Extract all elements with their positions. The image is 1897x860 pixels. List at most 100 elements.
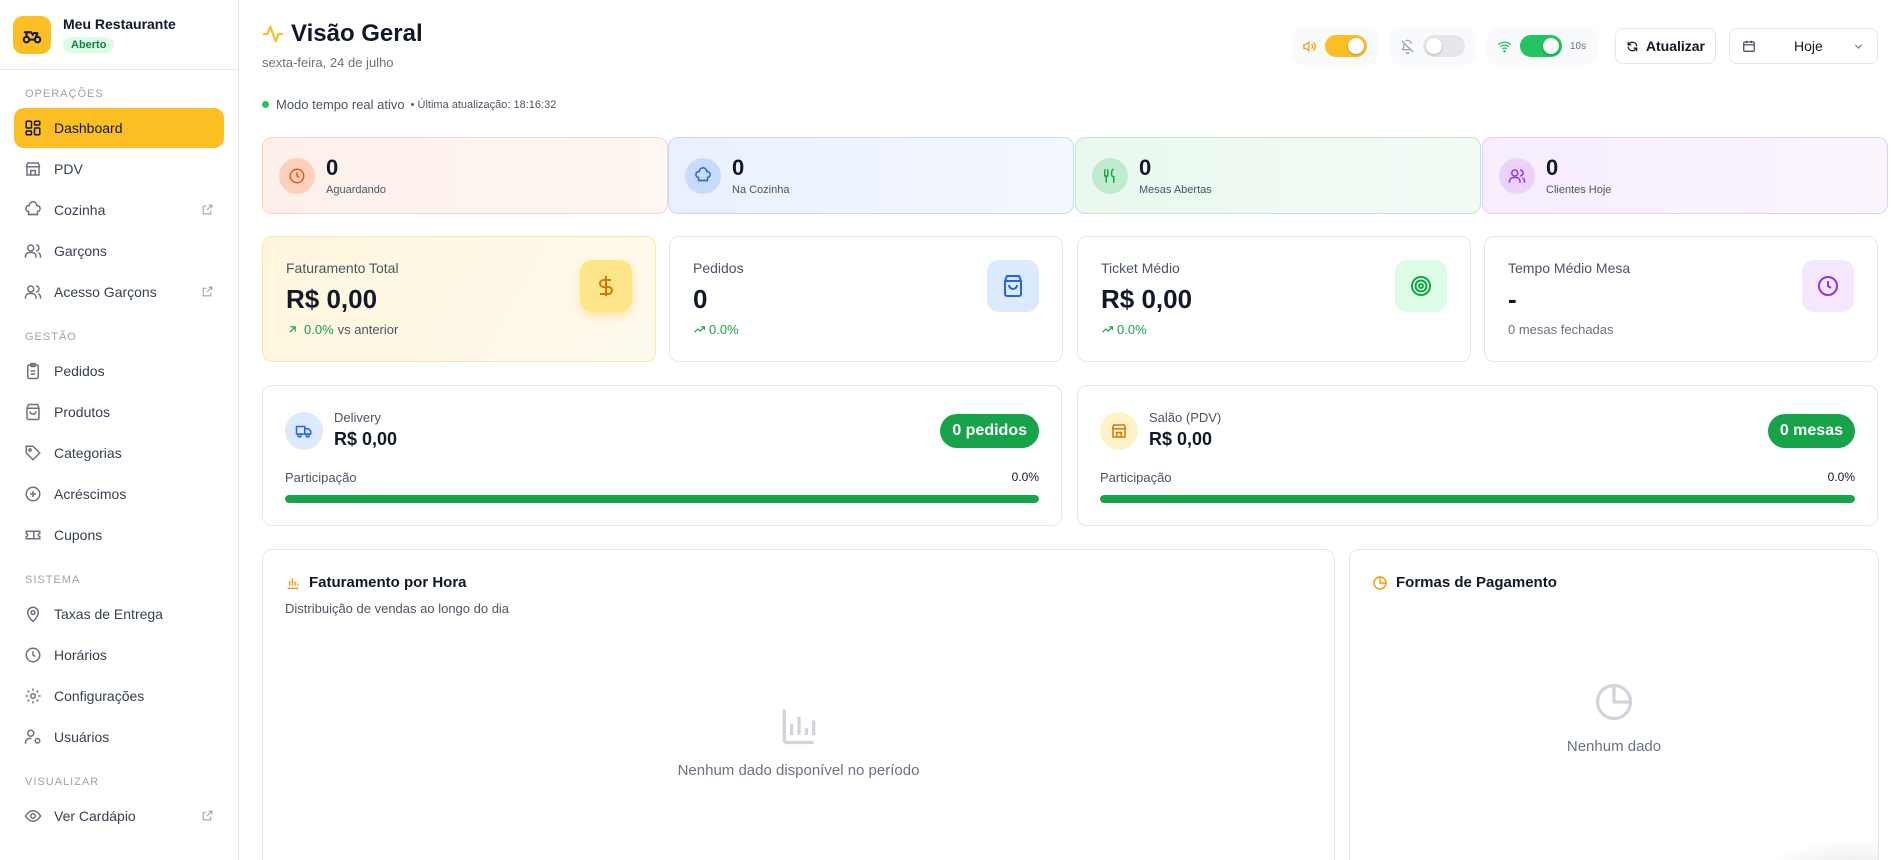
truck-icon	[285, 412, 323, 450]
kpi-card-faturamento: Faturamento Total R$ 0,00 0.0% vs anteri…	[262, 236, 656, 362]
channel-count-badge: 0 mesas	[1767, 414, 1855, 448]
mesas-label: Mesas Abertas	[1139, 184, 1212, 196]
sidebar-item-label: Ver Cardápio	[54, 808, 136, 824]
sidebar-item-garcons[interactable]: Garçons	[14, 231, 224, 271]
panel-title-text: Faturamento por Hora	[309, 574, 467, 591]
channel-amount: R$ 0,00	[1149, 429, 1213, 449]
clipboard-icon	[27, 362, 39, 380]
corner-shadow	[1758, 838, 1878, 860]
channel-count-badge: 0 pedidos	[940, 414, 1039, 448]
store-icon	[1100, 412, 1138, 450]
status-card-aguardando[interactable]: 0 Aguardando	[262, 137, 668, 214]
channel-card-delivery: Delivery R$ 0,00 0 pedidos Participação …	[262, 385, 1062, 526]
sidebar-item-categorias[interactable]: Categorias	[14, 433, 224, 473]
sidebar-item-label: Cupons	[54, 527, 103, 543]
notification-toggle[interactable]	[1423, 35, 1465, 57]
sidebar-item-usuarios[interactable]: Usuários	[14, 717, 224, 757]
empty-state-text: Nenhum dado disponível no período	[677, 762, 920, 779]
sidebar-item-taxas-entrega[interactable]: Taxas de Entrega	[14, 594, 224, 634]
arrow-up-right-icon	[289, 326, 296, 333]
sidebar-item-cupons[interactable]: Cupons	[14, 515, 224, 555]
period-value: Hoje	[1794, 38, 1823, 54]
last-update-text: • Última atualização: 18:16:32	[410, 98, 557, 111]
refresh-icon	[1627, 41, 1638, 51]
sidebar-item-dashboard[interactable]: Dashboard	[14, 108, 224, 148]
payment-methods-panel: Formas de Pagamento Nenhum dado	[1349, 549, 1879, 860]
panel-title-text: Formas de Pagamento	[1396, 574, 1557, 591]
external-link-icon	[202, 810, 213, 821]
clientes-label: Clientes Hoje	[1546, 184, 1612, 196]
user-cog-icon	[24, 729, 41, 744]
chef-hat-icon	[685, 157, 721, 194]
refresh-interval: 10s	[1570, 40, 1587, 52]
store-icon	[25, 162, 41, 176]
kpi-trend: 0.0%	[1101, 322, 1147, 337]
sidebar-item-label: Taxas de Entrega	[54, 606, 163, 622]
sidebar-item-label: Acréscimos	[54, 486, 127, 502]
shopping-bag-icon	[26, 403, 40, 421]
kpi-card-tempo-mesa: Tempo Médio Mesa - 0 mesas fechadas	[1484, 236, 1878, 362]
sidebar-item-label: PDV	[54, 161, 83, 177]
status-card-cozinha[interactable]: 0 Na Cozinha	[668, 137, 1074, 214]
refresh-label: Atualizar	[1645, 38, 1705, 54]
panel-title: Formas de Pagamento	[1372, 574, 1557, 591]
status-card-mesas[interactable]: 0 Mesas Abertas	[1075, 137, 1481, 214]
participation-bar	[1100, 495, 1855, 503]
sidebar-item-produtos[interactable]: Produtos	[14, 392, 224, 432]
sidebar-item-label: Cozinha	[54, 202, 106, 218]
activity-icon	[262, 25, 284, 43]
scooter-logo-icon	[13, 15, 51, 54]
page-date: sexta-feira, 24 de julho	[262, 55, 394, 70]
tag-icon	[25, 445, 41, 461]
participation-label: Participação	[285, 470, 357, 485]
empty-state: Nenhum dado	[1350, 680, 1878, 755]
sidebar-item-configuracoes[interactable]: Configurações	[14, 676, 224, 716]
channel-card-salao: Salão (PDV) R$ 0,00 0 mesas Participação…	[1077, 385, 1878, 526]
kpi-trend: 0.0%	[693, 322, 739, 337]
kpi-label: Faturamento Total	[286, 260, 399, 276]
clock-icon	[279, 157, 315, 194]
sound-toggle[interactable]	[1325, 35, 1367, 57]
channel-name: Delivery	[334, 410, 381, 425]
refresh-button[interactable]: Atualizar	[1615, 28, 1716, 64]
plus-circle-icon	[25, 486, 41, 502]
aguardando-count: 0	[326, 155, 339, 180]
channel-amount: R$ 0,00	[334, 429, 398, 449]
sidebar-item-horarios[interactable]: Horários	[14, 635, 224, 675]
sidebar-item-acrescimos[interactable]: Acréscimos	[14, 474, 224, 514]
sidebar-item-pdv[interactable]: PDV	[14, 149, 224, 189]
participation-value: 0.0%	[1011, 470, 1039, 484]
ticket-icon	[25, 530, 41, 540]
hourly-revenue-panel: Faturamento por Hora Distribuição de ven…	[262, 549, 1335, 860]
sidebar-item-cozinha[interactable]: Cozinha	[14, 190, 224, 230]
sidebar-item-label: Categorias	[54, 445, 122, 461]
realtime-label: Modo tempo real ativo	[276, 97, 405, 112]
calendar-icon	[1743, 40, 1755, 52]
sidebar-item-pedidos[interactable]: Pedidos	[14, 351, 224, 391]
cozinha-label: Na Cozinha	[732, 184, 790, 196]
users-icon	[1499, 157, 1535, 194]
kpi-value: 0	[693, 284, 708, 314]
sidebar-item-label: Usuários	[54, 729, 110, 745]
kpi-label: Ticket Médio	[1101, 260, 1180, 276]
sidebar-item-label: Configurações	[54, 688, 145, 704]
realtime-toggle[interactable]	[1520, 35, 1562, 57]
status-card-clientes[interactable]: 0 Clientes Hoje	[1482, 137, 1888, 214]
nav-section-gestao: GESTÃO	[25, 331, 77, 343]
period-select[interactable]: Hoje	[1729, 28, 1878, 64]
kpi-trend-suffix: vs anterior	[337, 322, 399, 337]
page-title: Visão Geral	[291, 20, 423, 47]
kpi-card-pedidos: Pedidos 0 0.0%	[669, 236, 1063, 362]
empty-state-text: Nenhum dado	[1566, 738, 1662, 755]
realtime-control: 10s	[1487, 27, 1597, 65]
sidebar-item-label: Pedidos	[54, 363, 105, 379]
chef-hat-icon	[25, 201, 41, 216]
sidebar-item-acesso-garcons[interactable]: Acesso Garçons	[14, 272, 224, 312]
kpi-label: Pedidos	[693, 260, 744, 276]
dashboard-icon	[25, 120, 41, 136]
kpi-trend-value: 0.0%	[1117, 322, 1147, 337]
sidebar-item-ver-cardapio[interactable]: Ver Cardápio	[14, 796, 224, 836]
external-link-icon	[202, 204, 213, 215]
live-dot	[262, 101, 269, 108]
cozinha-count: 0	[732, 155, 745, 180]
